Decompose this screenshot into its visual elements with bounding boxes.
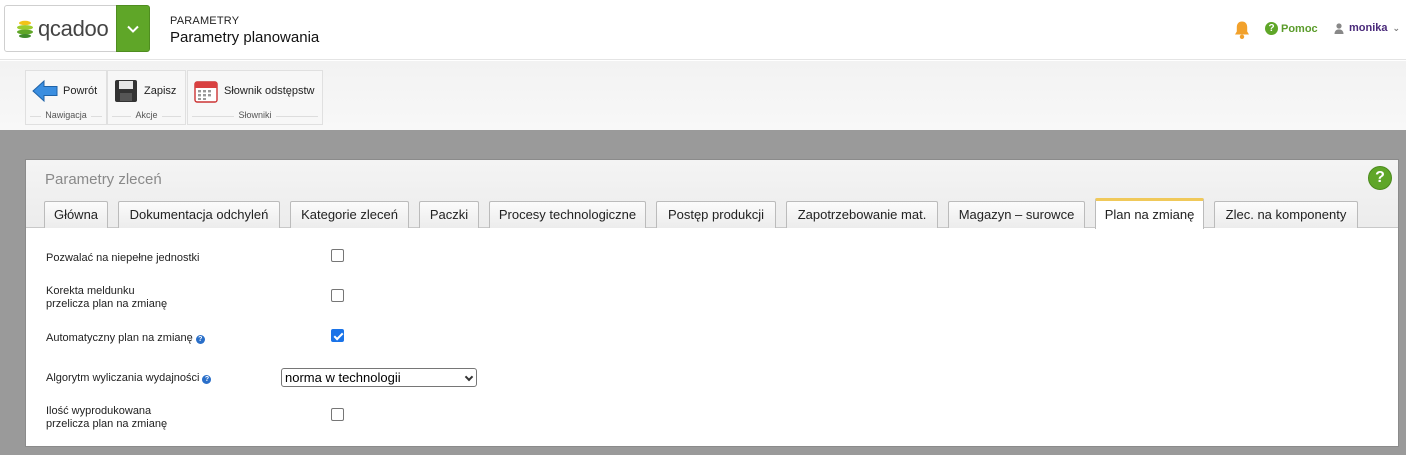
panel-header: Parametry zleceń ? Główna Dokumentacja o… [26,160,1398,229]
logo[interactable]: qcadoo [4,5,117,52]
tab-magazyn-surowce[interactable]: Magazyn – surowce [948,201,1085,228]
user-menu[interactable]: monika ⌄ [1334,22,1400,34]
field-label-algorytm-wydajnosci: Algorytm wyliczania wydajności? [46,372,212,385]
tab-paczki[interactable]: Paczki [419,201,479,228]
checkbox-ilosc-wyprodukowana[interactable] [331,408,344,421]
chevron-down-icon [464,372,474,382]
algorithm-select[interactable]: norma w technologii [281,368,477,387]
ribbon-group-dictionaries: Słownik odstępstw Słowniki [187,70,323,125]
field-label-automatyczny-plan: Automatyczny plan na zmianę? [46,332,205,345]
field-label-line: przelicza plan na zmianę [46,298,168,310]
tab-zlec-na-komponenty[interactable]: Zlec. na komponenty [1214,201,1358,228]
logo-icon [17,20,33,38]
user-name: monika [1349,22,1388,34]
tab-dokumentacja-odchylen[interactable]: Dokumentacja odchyleń [118,201,280,228]
deviation-dictionary-label: Słownik odstępstw [224,85,315,97]
tab-postep-produkcji[interactable]: Postęp produkcji [656,201,776,228]
deviation-dictionary-button[interactable]: Słownik odstępstw [188,71,322,111]
chevron-down-icon [127,25,139,33]
panel-help-button[interactable]: ? [1368,166,1392,190]
field-label-niepelne-jednostki: Pozwalać na niepełne jednostki [46,252,200,264]
back-button[interactable]: Powrót [26,71,106,111]
field-label-line: Korekta meldunku [46,285,135,297]
info-icon[interactable]: ? [202,375,212,384]
user-caret-icon: ⌄ [1392,22,1401,33]
ribbon-group-actions: Zapisz Akcje [107,70,186,125]
save-icon [115,80,137,102]
panel-title: Parametry zleceń [45,171,162,188]
field-label-text: Automatyczny plan na zmianę [46,332,193,344]
checkbox-niepelne-jednostki[interactable] [331,249,344,262]
field-label-line: przelicza plan na zmianę [46,418,168,430]
tab-glowna[interactable]: Główna [44,201,108,228]
help-label: Pomoc [1281,22,1318,35]
top-header: qcadoo PARAMETRY Parametry planowania ? … [0,0,1406,60]
tab-procesy-technologiczne[interactable]: Procesy technologiczne [489,201,646,228]
back-button-label: Powrót [63,85,98,97]
user-icon [1334,22,1344,34]
ribbon-group-label: Akcje [108,110,185,124]
ribbon: Powrót Nawigacja Zapisz Akcje Słownik od… [0,61,1406,130]
parameters-panel: Parametry zleceń ? Główna Dokumentacja o… [25,159,1399,447]
field-label-ilosc-wyprodukowana: Ilość wyprodukowana przelicza plan na zm… [46,405,167,431]
ribbon-group-label: Słowniki [188,110,322,124]
field-label-text: Algorytm wyliczania wydajności [46,372,200,384]
breadcrumb: PARAMETRY Parametry planowania [170,15,319,46]
main-menu-button[interactable] [116,5,150,52]
tab-kategorie-zlecen[interactable]: Kategorie zleceń [290,201,409,228]
checkbox-automatyczny-plan[interactable] [331,329,344,342]
save-button-label: Zapisz [144,85,177,97]
logo-text: qcadoo [38,15,109,41]
help-link[interactable]: ? Pomoc [1265,22,1318,35]
ribbon-group-navigation: Powrót Nawigacja [25,70,107,125]
tab-zapotrzebowanie-mat[interactable]: Zapotrzebowanie mat. [786,201,938,228]
ribbon-group-label: Nawigacja [26,110,106,124]
tab-plan-na-zmiane[interactable]: Plan na zmianę [1095,198,1204,229]
save-button[interactable]: Zapisz [108,71,185,111]
info-icon[interactable]: ? [195,335,205,344]
breadcrumb-section: PARAMETRY [170,15,240,27]
field-label-line: Ilość wyprodukowana [46,405,152,417]
algorithm-select-value: norma w technologii [285,370,401,385]
back-arrow-icon [32,79,58,103]
calendar-icon [194,81,218,103]
page-title: Parametry planowania [170,29,320,46]
help-icon: ? [1265,22,1278,35]
bell-icon[interactable] [1233,20,1251,40]
field-label-korekta-meldunku: Korekta meldunku przelicza plan na zmian… [46,285,167,311]
checkbox-korekta-meldunku[interactable] [331,289,344,302]
